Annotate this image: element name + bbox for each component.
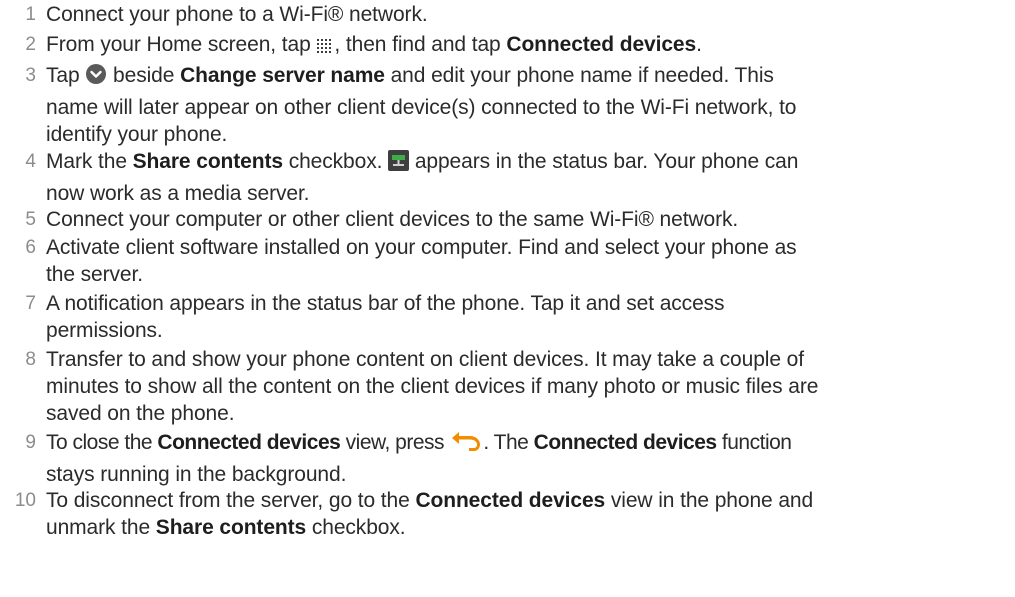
- step-text-line: minutes to show all the content on the c…: [46, 375, 819, 398]
- ui-term-connected-devices: Connected devices: [506, 33, 697, 56]
- step-text-segment: checkbox.: [306, 516, 406, 539]
- step-text-line: permissions.: [46, 319, 163, 342]
- step-text: From your Home screen, tap , then find a…: [46, 31, 1006, 61]
- step-text-segment: . The: [483, 431, 534, 454]
- step-text-line: now work as a media server.: [46, 182, 310, 205]
- step-text-segment: appears in the status bar. Your phone ca…: [409, 150, 799, 173]
- step-text-segment: Tap: [46, 64, 86, 87]
- step-text-segment: view, press: [340, 431, 450, 454]
- step-text-segment: view in the phone and: [605, 489, 814, 512]
- app-grid-icon: [316, 34, 334, 61]
- step-text-line: the server.: [46, 263, 143, 286]
- step-number: 6: [25, 237, 36, 258]
- step-text-segment: function: [716, 431, 792, 454]
- step-text-line: name will later appear on other client d…: [46, 96, 797, 119]
- ui-term-connected-devices: Connected devices: [533, 431, 717, 454]
- step-number: 2: [25, 34, 36, 55]
- step-text: Tap beside Change server name and edit y…: [46, 62, 1006, 148]
- back-arrow-icon: [449, 430, 483, 459]
- step-text-segment: , then find and tap: [334, 33, 507, 56]
- step-number: 4: [25, 151, 36, 172]
- step-text-segment: To disconnect from the server, go to the: [46, 489, 416, 512]
- step-text: A notification appears in the status bar…: [46, 290, 1006, 344]
- step-number: 3: [25, 65, 36, 86]
- step-text-segment: Connect your phone to a Wi-Fi® network.: [46, 3, 428, 26]
- step-text: Connect your computer or other client de…: [46, 206, 1006, 233]
- step-text-line: Activate client software installed on yo…: [46, 236, 797, 259]
- step-text: Connect your phone to a Wi-Fi® network.: [46, 1, 1006, 28]
- step-text-line: A notification appears in the status bar…: [46, 292, 725, 315]
- step-text-segment: checkbox.: [282, 150, 389, 173]
- step-text-segment: From your Home screen, tap: [46, 33, 317, 56]
- step-number: 5: [25, 209, 36, 230]
- step-text-line: saved on the phone.: [46, 402, 235, 425]
- step-text: To close the Connected devices view, pre…: [46, 429, 1006, 488]
- step-number: 9: [25, 432, 36, 453]
- step-text: Activate client software installed on yo…: [46, 234, 1006, 288]
- media-server-status-icon: [388, 150, 410, 178]
- instruction-list: 1 Connect your phone to a Wi-Fi® network…: [0, 0, 1015, 597]
- ui-term-change-server-name: Change server name: [180, 64, 385, 87]
- step-text-segment: unmark the: [46, 516, 156, 539]
- step-text-line: stays running in the background.: [46, 463, 347, 486]
- step-number: 7: [25, 293, 36, 314]
- step-text-segment: Mark the: [46, 150, 133, 173]
- step-text: Transfer to and show your phone content …: [46, 346, 1006, 427]
- step-text-segment: To close the: [46, 431, 158, 454]
- ui-term-share-contents: Share contents: [155, 516, 307, 539]
- ui-term-connected-devices: Connected devices: [157, 431, 341, 454]
- step-number: 8: [25, 349, 36, 370]
- ui-term-share-contents: Share contents: [132, 150, 283, 173]
- step-number: 1: [25, 4, 36, 25]
- step-text: Mark the Share contents checkbox. appear…: [46, 148, 1006, 207]
- expand-chevron-icon: [85, 63, 107, 92]
- step-text-segment: beside: [107, 64, 181, 87]
- step-text-line: Connect your computer or other client de…: [46, 208, 739, 231]
- step-text-line: Transfer to and show your phone content …: [46, 348, 804, 371]
- step-text-line: identify your phone.: [46, 123, 228, 146]
- ui-term-connected-devices: Connected devices: [415, 489, 606, 512]
- step-text-segment: and edit your phone name if needed. This: [384, 64, 774, 87]
- step-text: To disconnect from the server, go to the…: [46, 487, 1006, 541]
- step-number: 10: [14, 490, 36, 511]
- step-text-segment: .: [696, 33, 702, 56]
